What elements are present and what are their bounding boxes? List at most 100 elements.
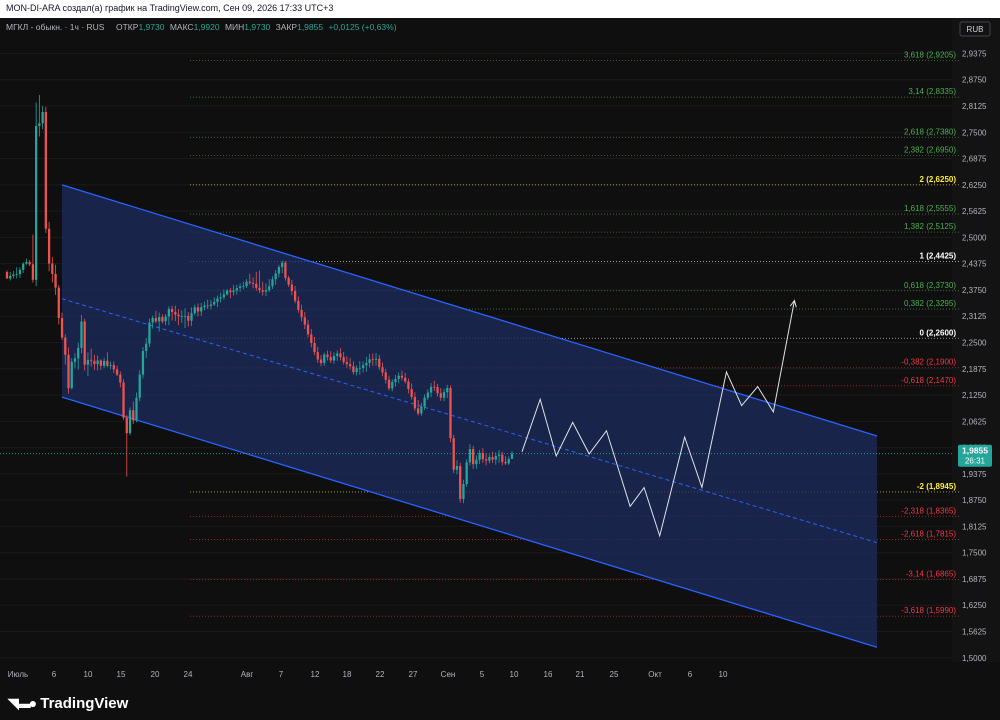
candle-body: [472, 449, 475, 465]
candle-body: [287, 277, 290, 285]
candle-body: [410, 388, 413, 397]
candle-body: [468, 449, 472, 463]
candle-body: [242, 286, 245, 287]
candle-body: [303, 317, 306, 325]
candle-body: [164, 316, 167, 322]
tradingview-mark-icon: ◥▬●: [8, 695, 37, 711]
fib-level-label: -3,14 (1,6865): [906, 569, 957, 578]
candle-body: [465, 462, 468, 485]
candle: [44, 106, 47, 234]
candle-body: [355, 368, 358, 373]
time-tick-label: 10: [719, 670, 728, 679]
candle: [138, 370, 141, 402]
candle-body: [368, 359, 371, 363]
candle-body: [12, 274, 15, 276]
candle-body: [206, 305, 209, 307]
candle-body: [475, 459, 478, 465]
candle-body: [391, 381, 394, 389]
candle-body: [193, 307, 196, 314]
price-tick-label: 1,8750: [962, 496, 987, 505]
candle-body: [18, 269, 22, 275]
candle-body: [455, 466, 459, 470]
candle-body: [274, 273, 277, 280]
candle-body: [109, 365, 112, 366]
price-tick-label: 1,5625: [962, 628, 987, 637]
time-tick-label: 16: [544, 670, 553, 679]
candle-body: [15, 274, 18, 275]
fib-level-label: 1 (2,4425): [920, 252, 957, 261]
candle-body: [484, 459, 488, 461]
candle-body: [238, 286, 242, 289]
candle-body: [67, 354, 70, 389]
candle-body: [174, 312, 177, 315]
legend-low: 1,9730: [244, 22, 270, 32]
candle-body: [183, 315, 187, 317]
time-tick-label: 21: [576, 670, 585, 679]
time-tick-label: 7: [279, 670, 284, 679]
candle-body: [209, 304, 213, 306]
candle-body: [119, 374, 122, 383]
price-tick-label: 2,1250: [962, 391, 987, 400]
candle-body: [336, 353, 339, 357]
candle-body: [400, 375, 404, 378]
legend-high: 1,9920: [194, 22, 220, 32]
legend-high-label: МАКС: [170, 22, 194, 32]
candle-body: [128, 410, 132, 434]
candle-body: [190, 313, 193, 321]
price-tick-label: 2,6250: [962, 181, 987, 190]
candle-body: [426, 392, 429, 398]
candle-body: [300, 309, 303, 318]
price-tick-label: 2,1875: [962, 365, 987, 374]
last-price-badge: 1,9855 26:31: [958, 444, 992, 467]
candle-body: [433, 386, 436, 388]
candle-body: [358, 367, 361, 369]
tradingview-logo[interactable]: ◥▬● TradingView: [8, 695, 128, 712]
candle-body: [161, 317, 164, 322]
time-tick-label: Авг: [241, 670, 254, 679]
candle-body: [232, 290, 235, 293]
candle-body: [222, 294, 226, 298]
candle-body: [145, 343, 148, 351]
candle-body: [258, 287, 261, 291]
candle-body: [316, 352, 319, 360]
candle-body: [510, 453, 514, 459]
candle-body: [31, 264, 35, 280]
candle-body: [60, 318, 64, 338]
candle-body: [442, 392, 446, 398]
countdown-text: 26:31: [965, 457, 986, 466]
candle-body: [323, 354, 326, 364]
candle-body: [381, 367, 384, 373]
candle-body: [488, 457, 491, 461]
price-tick-label: 1,5000: [962, 654, 987, 663]
time-tick-label: 20: [151, 670, 160, 679]
candle-body: [462, 484, 465, 500]
candle-body: [446, 388, 449, 393]
fib-level-label: 1,618 (2,5555): [904, 204, 956, 213]
candle-body: [313, 342, 316, 353]
logo-text: TradingView: [40, 695, 129, 712]
fib-level-label: 0,382 (2,3295): [904, 299, 956, 308]
time-tick-label: 22: [376, 670, 385, 679]
price-chart[interactable]: 3,618 (2,9205) 3,14 (2,8335) 2,618 (2,7380…: [0, 18, 1000, 688]
candle-body: [494, 456, 497, 460]
candle-body: [219, 297, 222, 299]
time-tick-label: 25: [610, 670, 619, 679]
candle-body: [339, 353, 342, 358]
candle-body: [281, 262, 284, 268]
candle-body: [271, 279, 274, 287]
candle-body: [83, 321, 86, 365]
price-tick-label: 2,9375: [962, 49, 987, 58]
candle-body: [51, 263, 54, 274]
candle-body: [167, 308, 170, 317]
candle-body: [138, 374, 141, 398]
candle-body: [384, 372, 387, 380]
candle-body: [319, 359, 323, 364]
candle-body: [306, 324, 310, 335]
candle-body: [112, 365, 115, 370]
candle-body: [102, 360, 106, 366]
legend-open-label: ОТКР: [116, 22, 139, 32]
candle-body: [404, 377, 407, 382]
legend-change: +0,0125 (+0,63%): [328, 22, 396, 32]
currency-badge[interactable]: RUB: [959, 21, 991, 37]
price-tick-label: 1,6250: [962, 601, 987, 610]
